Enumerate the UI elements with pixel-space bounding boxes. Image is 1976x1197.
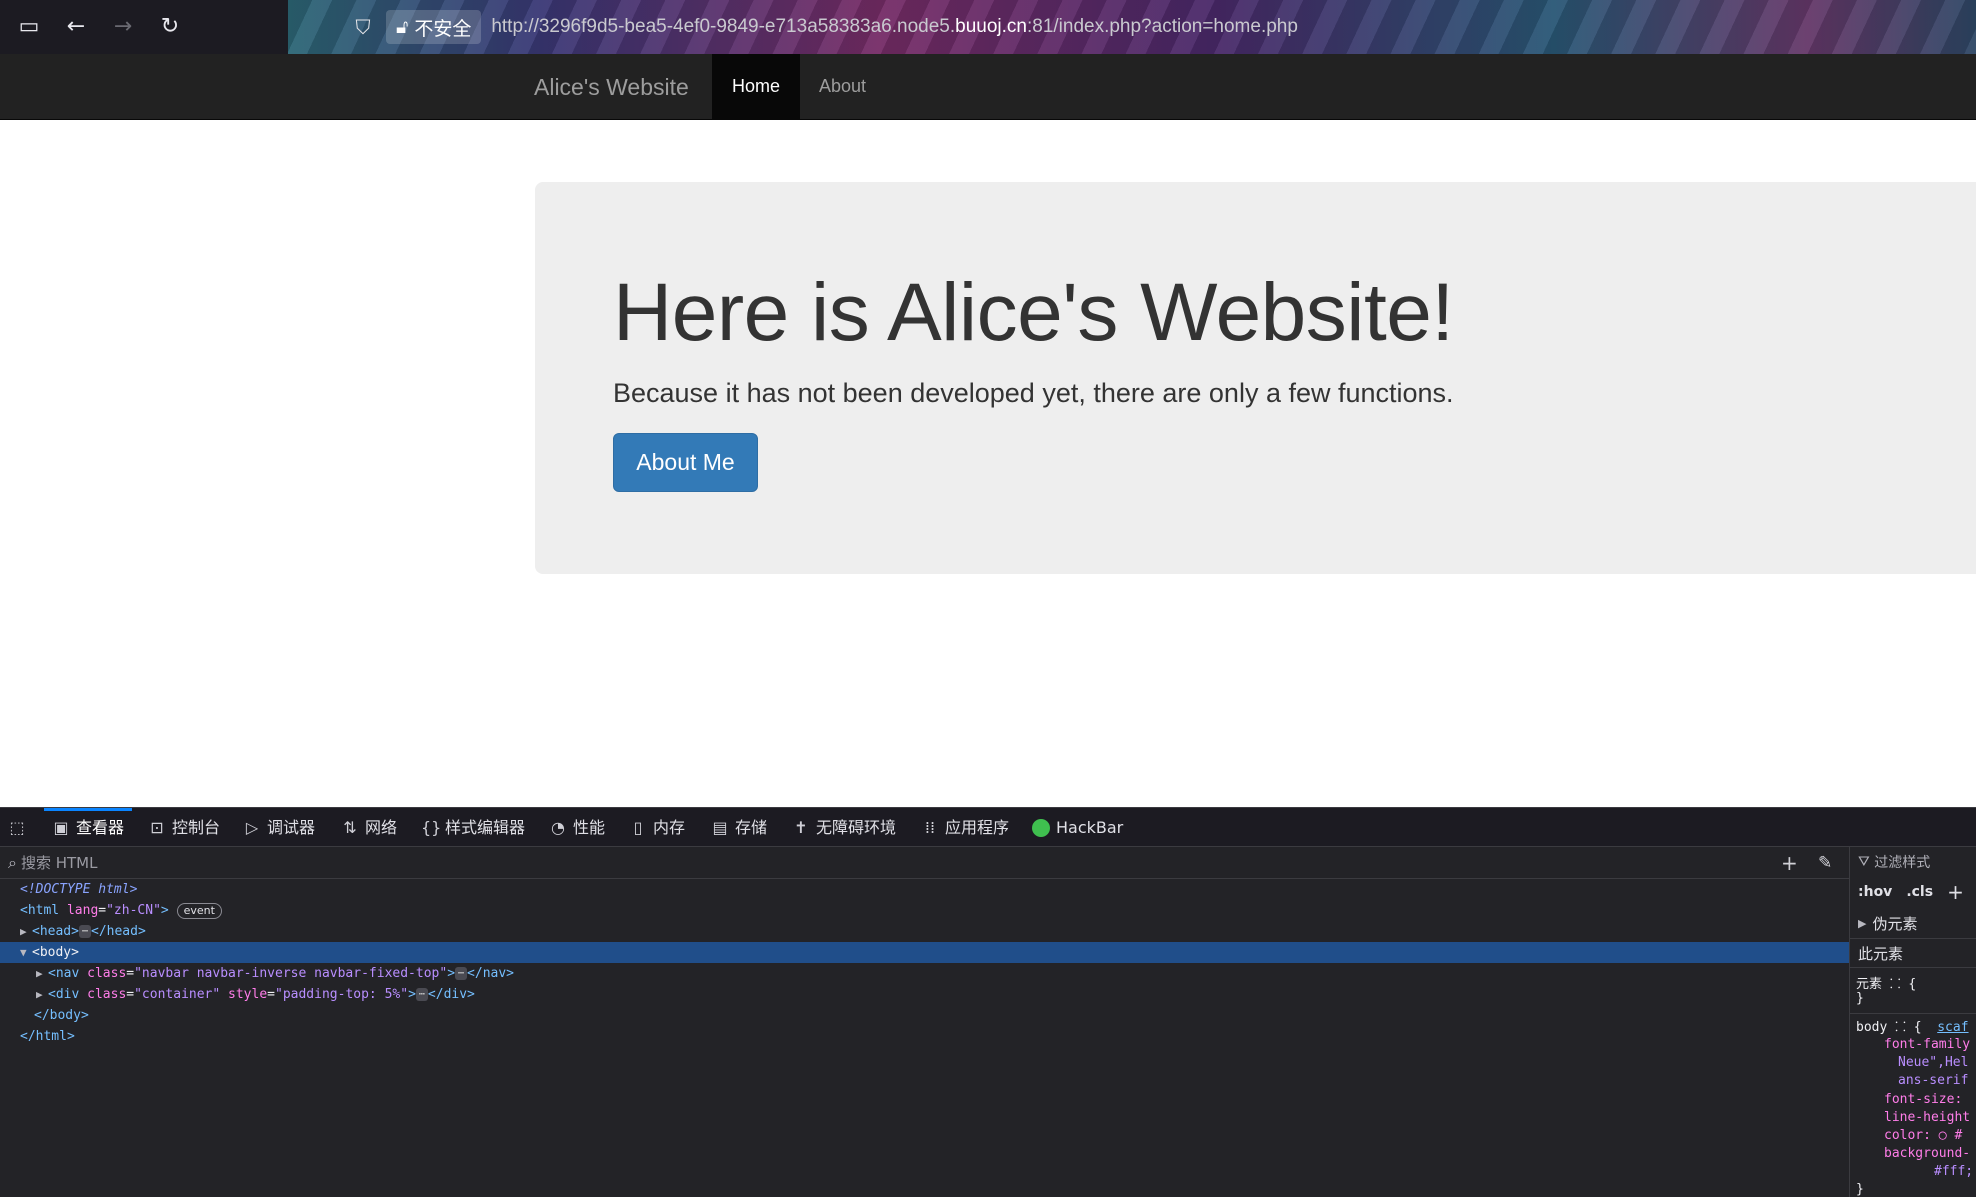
expand-triangle-icon[interactable]: ▶ [36, 963, 48, 984]
rules-toolbar: :hov .cls + [1850, 877, 1976, 907]
decl-font-family[interactable]: font-family [1884, 1037, 1970, 1052]
network-icon: ⇅ [343, 818, 357, 837]
memory-icon: ▯ [633, 818, 643, 837]
body-node-selected[interactable]: ▼ <body> [0, 942, 1849, 963]
tab-performance[interactable]: ◔ 性能 [549, 808, 605, 847]
filter-icon: ⛛ [1858, 854, 1875, 870]
lock-slash-icon: 🔓︎ [396, 16, 409, 38]
storage-icon: ▤ [712, 818, 728, 837]
body-close-node[interactable]: </body> [0, 1005, 1849, 1026]
insecure-indicator[interactable]: 🔓︎ 不安全 [386, 10, 482, 44]
navbar-brand[interactable]: Alice's Website [534, 54, 689, 120]
add-rule-icon[interactable]: + [1947, 880, 1964, 904]
arrow-right-icon[interactable]: → [108, 12, 138, 42]
sidebar-icon[interactable]: ▭ [14, 12, 44, 42]
application-icon: ⁞⁞ [924, 818, 936, 837]
jumbotron-heading: Here is Alice's Website! [613, 267, 1454, 358]
shield-icon[interactable]: ⛉ [350, 14, 376, 40]
body-rule-selector[interactable]: body ⸬ { scaf [1856, 1017, 1969, 1035]
rule-divider [1850, 1013, 1976, 1014]
url-text[interactable]: http://3296f9d5-bea5-4ef0-9849-e713a5838… [491, 16, 1298, 38]
html-node[interactable]: <html lang="zh-CN"> event [0, 900, 1849, 921]
devtools-tabbar: ⬚ ▣ 查看器 ⊡ 控制台 ▷ 调试器 ⇅ 网络 {} 样式编辑器 ◔ 性能 ▯ 内存 ▤ 存储… [0, 808, 1976, 847]
container-div-node[interactable]: ▶ <div class="container" style="padding-t… [0, 984, 1849, 1005]
nav-item-about[interactable]: About [799, 54, 886, 119]
decl-line-height[interactable]: line-height [1884, 1110, 1970, 1125]
event-badge[interactable]: event [176, 902, 222, 919]
element-rule-close: } [1856, 991, 1864, 1006]
decl-font-family-value-1[interactable]: Neue",Hel [1898, 1055, 1968, 1070]
jumbotron: Here is Alice's Website! Because it has … [535, 182, 1976, 574]
pseudo-elements-toggle[interactable]: ▶ 伪元素 [1850, 908, 1976, 938]
collapse-triangle-icon[interactable]: ▼ [20, 942, 32, 963]
tab-network[interactable]: ⇅ 网络 [341, 808, 397, 847]
hackbar-icon [1032, 818, 1050, 837]
decl-font-size[interactable]: font-size: [1884, 1092, 1962, 1107]
reload-icon[interactable]: ↻ [155, 12, 185, 42]
decl-font-family-value-2[interactable]: ans-serif [1898, 1073, 1968, 1088]
nav-node[interactable]: ▶ <nav class="navbar navbar-inverse navba… [0, 963, 1849, 984]
tab-memory[interactable]: ▯ 内存 [629, 808, 685, 847]
rules-view: ⛛ 过滤样式 :hov .cls + ▶ 伪元素 此元素 元素 ⸬ { } bod… [1849, 847, 1976, 1197]
markup-view: ⌕ + ✎ <!DOCTYPE html> <html lang="zh-CN"… [0, 847, 1849, 1197]
tab-console[interactable]: ⊡ 控制台 [148, 808, 220, 847]
url-prefix: http://3296f9d5-bea5-4ef0-9849-e713a5838… [491, 16, 956, 37]
performance-icon: ◔ [551, 818, 565, 837]
arrow-left-icon[interactable]: ← [61, 12, 91, 42]
console-icon: ⊡ [150, 818, 164, 837]
search-icon: ⌕ [8, 852, 17, 872]
site-navbar: Alice's Website Home About [0, 54, 1976, 120]
debugger-icon: ▷ [245, 818, 259, 837]
doctype-node[interactable]: <!DOCTYPE html> [0, 879, 1849, 900]
expand-triangle-icon[interactable]: ▶ [20, 921, 32, 942]
expand-triangle-icon[interactable]: ▶ [36, 984, 48, 1005]
html-close-node[interactable]: </html> [0, 1026, 1849, 1047]
html-tree: <!DOCTYPE html> <html lang="zh-CN"> even… [0, 879, 1849, 1047]
tab-inspector[interactable]: ▣ 查看器 [43, 808, 133, 847]
collapsed-ellipsis[interactable]: ⋯ [78, 925, 91, 938]
html-search-bar: ⌕ + ✎ [0, 847, 1849, 879]
style-filter[interactable]: ⛛ 过滤样式 [1850, 847, 1976, 877]
tab-storage[interactable]: ▤ 存储 [711, 808, 767, 847]
element-picker-icon[interactable]: ⬚ [8, 808, 26, 847]
html-search-input[interactable] [20, 853, 1621, 872]
url-domain: buuoj.cn [955, 16, 1027, 37]
collapsed-ellipsis[interactable]: ⋯ [455, 967, 468, 980]
nav-item-home[interactable]: Home [712, 54, 801, 119]
decl-background-value[interactable]: #fff; [1934, 1164, 1973, 1179]
about-me-button[interactable]: About Me [613, 433, 758, 492]
tab-style-editor[interactable]: {} 样式编辑器 [421, 808, 525, 847]
expand-triangle-icon: ▶ [1858, 916, 1867, 930]
hov-toggle[interactable]: :hov [1858, 884, 1892, 900]
decl-color[interactable]: color: ◯ # [1884, 1128, 1962, 1143]
head-node[interactable]: ▶ <head> ⋯ </head> [0, 921, 1849, 942]
browser-toolbar: ▭ ← → ↻ ⛉ 🔓︎ 不安全 http://3296f9d5-bea5-4e… [0, 0, 1976, 54]
eyedropper-icon[interactable]: ✎ [1818, 853, 1832, 873]
accessibility-icon: ✝ [794, 818, 808, 837]
style-editor-icon: {} [421, 818, 442, 837]
element-rule-open[interactable]: 元素 ⸬ { [1856, 973, 1916, 992]
this-element-header: 此元素 [1850, 938, 1976, 968]
add-node-icon[interactable]: + [1781, 851, 1798, 875]
insecure-label: 不安全 [414, 17, 472, 40]
url-suffix: :81/index.php?action=home.php [1026, 16, 1298, 37]
body-rule-close: } [1856, 1182, 1864, 1197]
tab-application[interactable]: ⁞⁞ 应用程序 [921, 808, 1009, 847]
decl-background[interactable]: background- [1884, 1146, 1970, 1161]
cls-toggle[interactable]: .cls [1906, 884, 1933, 900]
tab-hackbar[interactable]: HackBar [1032, 808, 1123, 847]
tab-accessibility[interactable]: ✝ 无障碍环境 [792, 808, 896, 847]
collapsed-ellipsis[interactable]: ⋯ [415, 988, 428, 1001]
address-bar[interactable]: ⛉ 🔓︎ 不安全 http://3296f9d5-bea5-4ef0-9849-… [350, 8, 1298, 46]
stylesheet-link[interactable]: scaf [1937, 1020, 1968, 1035]
devtools-panel: ⬚ ▣ 查看器 ⊡ 控制台 ▷ 调试器 ⇅ 网络 {} 样式编辑器 ◔ 性能 ▯ 内存 ▤ 存储… [0, 807, 1976, 1197]
inspector-icon: ▣ [53, 818, 69, 837]
jumbotron-text: Because it has not been developed yet, t… [613, 378, 1454, 408]
tab-debugger[interactable]: ▷ 调试器 [243, 808, 315, 847]
